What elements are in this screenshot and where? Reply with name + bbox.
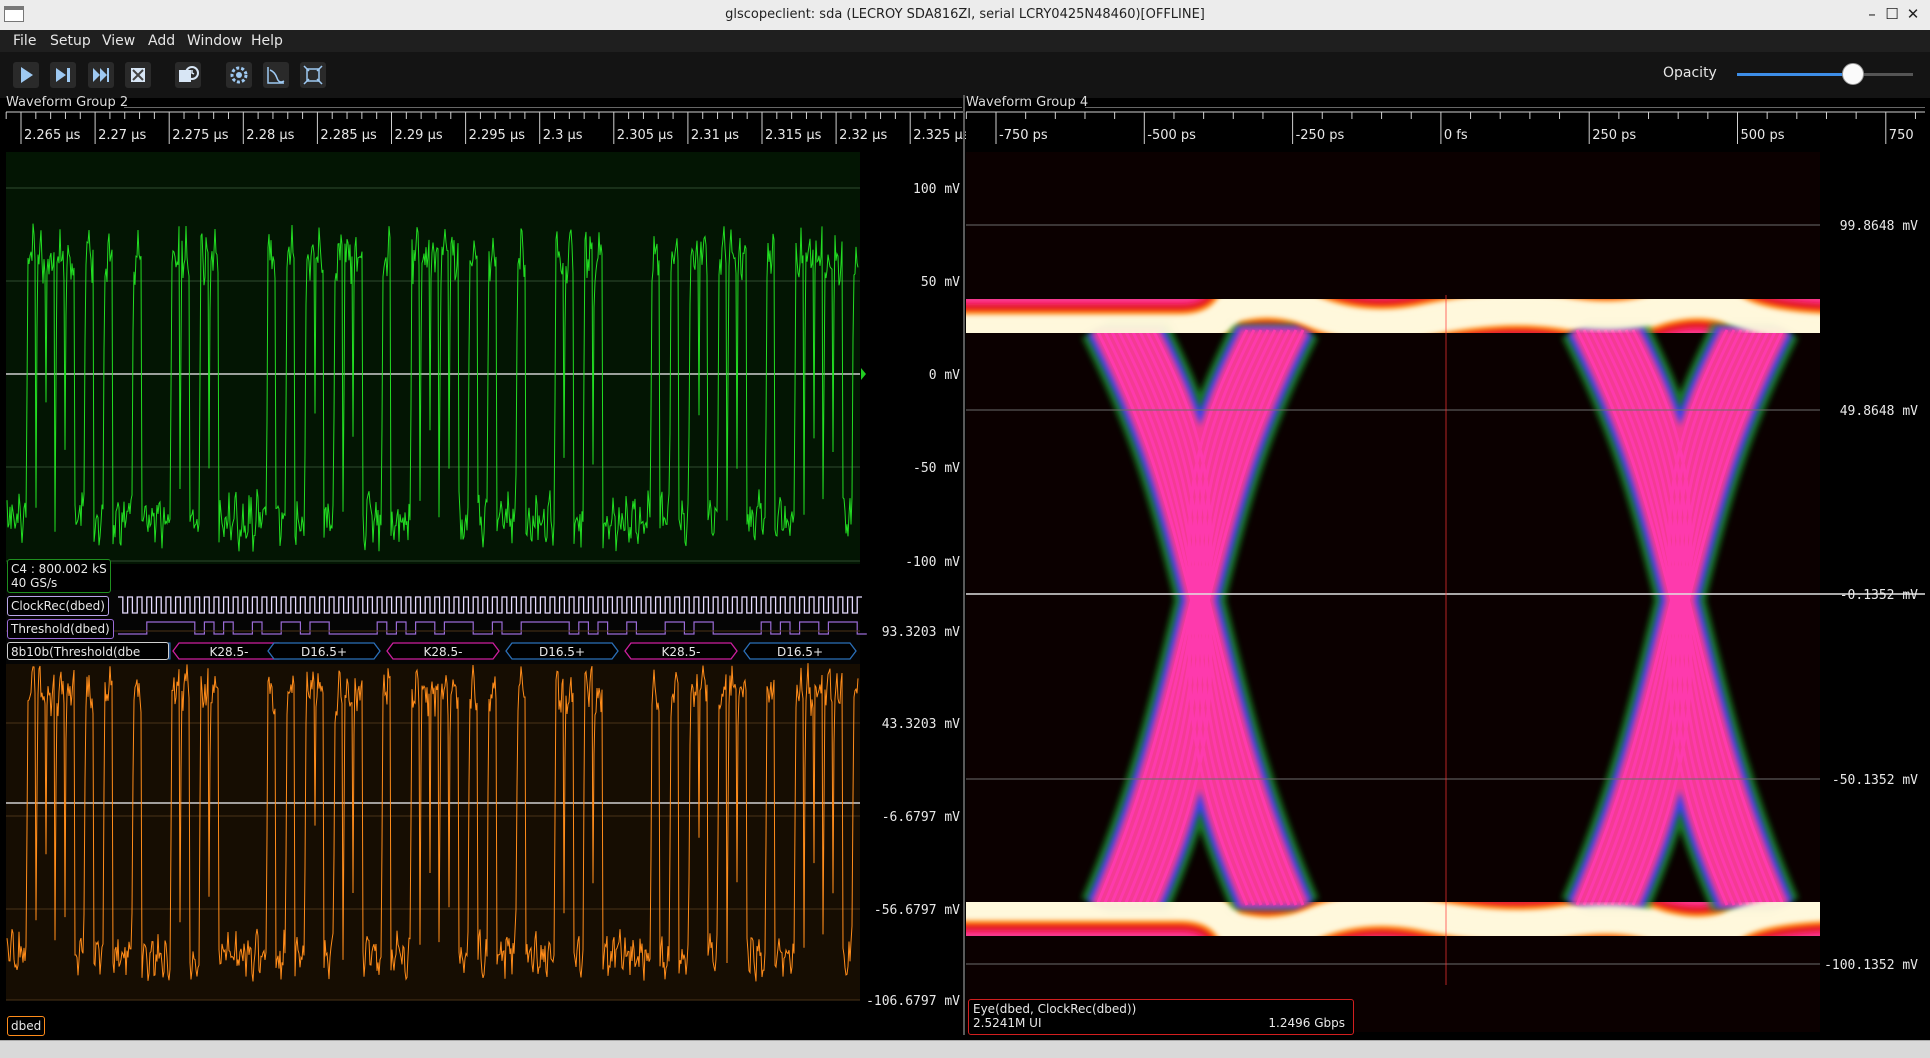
decode-symbol-label: K28.5-	[424, 645, 463, 659]
decode-symbol-label: D16.5+	[301, 645, 347, 659]
eye-y-label: 49.8648 mV	[1840, 404, 1918, 419]
c4-info-line2: 40 GS/s	[11, 576, 58, 590]
eye-y-label: -50.1352 mV	[1832, 773, 1918, 788]
time-tick-label: -750 ps	[999, 128, 1048, 143]
time-tick-label: 750	[1889, 128, 1914, 143]
c4-y-label: 0 mV	[929, 368, 960, 383]
time-tick-label: 2.27 µs	[98, 128, 146, 143]
dbed-y-label: -56.6797 mV	[874, 903, 960, 918]
eye-diagram[interactable]	[940, 152, 1925, 1032]
dbed-y-label: 93.3203 mV	[882, 625, 960, 640]
group2-time-ruler[interactable]: 2.265 µs 2.27 µs 2.275 µs 2.28 µs 2.285 µs 2.…	[0, 110, 970, 146]
dbed-y-label: 43.3203 mV	[882, 717, 960, 732]
time-tick-label: 250 ps	[1592, 128, 1636, 143]
eye-y-label: -100.1352 mV	[1824, 958, 1918, 973]
time-tick-label: 2.29 µs	[395, 128, 443, 143]
time-tick-label: 2.295 µs	[469, 128, 526, 143]
eye-info-box[interactable]: Eye(dbed, ClockRec(dbed)) 2.5241M UI 1.2…	[968, 999, 1354, 1035]
eye-ui-count: 2.5241M UI	[973, 1016, 1042, 1030]
clockrec-label[interactable]: ClockRec(dbed)	[7, 596, 109, 616]
c4-offset-marker-icon[interactable]	[861, 368, 866, 380]
group4-time-ruler[interactable]: -750 ps -500 ps -250 ps 0 fs 250 ps 500 ps 750	[965, 110, 1930, 146]
time-tick-label: 2.315 µs	[765, 128, 822, 143]
time-tick-label: -500 ps	[1147, 128, 1196, 143]
c4-info-line1: C4 : 800.002 kS	[11, 562, 107, 576]
time-tick-label: 2.3 µs	[543, 128, 583, 143]
plot-canvas: 2.265 µs 2.27 µs 2.275 µs 2.28 µs 2.285 µs 2.…	[0, 110, 1930, 1032]
taskbar	[0, 1040, 1930, 1058]
eye-y-label: 99.8648 mV	[1840, 219, 1918, 234]
decode-label[interactable]: 8b10b(Threshold(dbe	[7, 642, 169, 660]
time-tick-label: 2.285 µs	[320, 128, 377, 143]
time-tick-label: 2.305 µs	[617, 128, 674, 143]
time-tick-label: 2.275 µs	[172, 128, 229, 143]
c4-waveform-panel[interactable]	[6, 152, 866, 564]
time-tick-label: 2.265 µs	[24, 128, 81, 143]
dbed-y-label: -6.6797 mV	[882, 810, 960, 825]
threshold-label[interactable]: Threshold(dbed)	[7, 619, 114, 639]
time-tick-label: 2.31 µs	[691, 128, 739, 143]
c4-info-box[interactable]: C4 : 800.002 kS 40 GS/s	[7, 559, 111, 593]
c4-y-label: -100 mV	[905, 555, 960, 570]
decode-symbol-label: D16.5+	[539, 645, 585, 659]
decode-symbol-label: D16.5+	[777, 645, 823, 659]
eye-bitrate: 1.2496 Gbps	[1268, 1016, 1345, 1030]
time-tick-label: -250 ps	[1296, 128, 1345, 143]
decode-symbol-label: K28.5-	[210, 645, 249, 659]
eye-y-label: -0.1352 mV	[1840, 588, 1918, 603]
c4-y-label: 100 mV	[913, 182, 960, 197]
time-tick-label: 2.28 µs	[246, 128, 294, 143]
c4-y-label: 50 mV	[921, 275, 960, 290]
time-tick-label: 2.32 µs	[839, 128, 887, 143]
time-tick-label: 500 ps	[1741, 128, 1785, 143]
time-tick-label: 2.325 µs	[913, 128, 970, 143]
time-tick-label: 0 fs	[1444, 128, 1468, 143]
decode-symbol-label: K28.5-	[662, 645, 701, 659]
dbed-label[interactable]: dbed	[7, 1016, 46, 1036]
dbed-y-label: -106.6797 mV	[866, 994, 960, 1009]
dbed-waveform-panel[interactable]	[6, 630, 860, 1001]
group-splitter[interactable]	[963, 95, 965, 1035]
eye-info-title: Eye(dbed, ClockRec(dbed))	[973, 1002, 1137, 1016]
c4-y-label: -50 mV	[913, 461, 960, 476]
